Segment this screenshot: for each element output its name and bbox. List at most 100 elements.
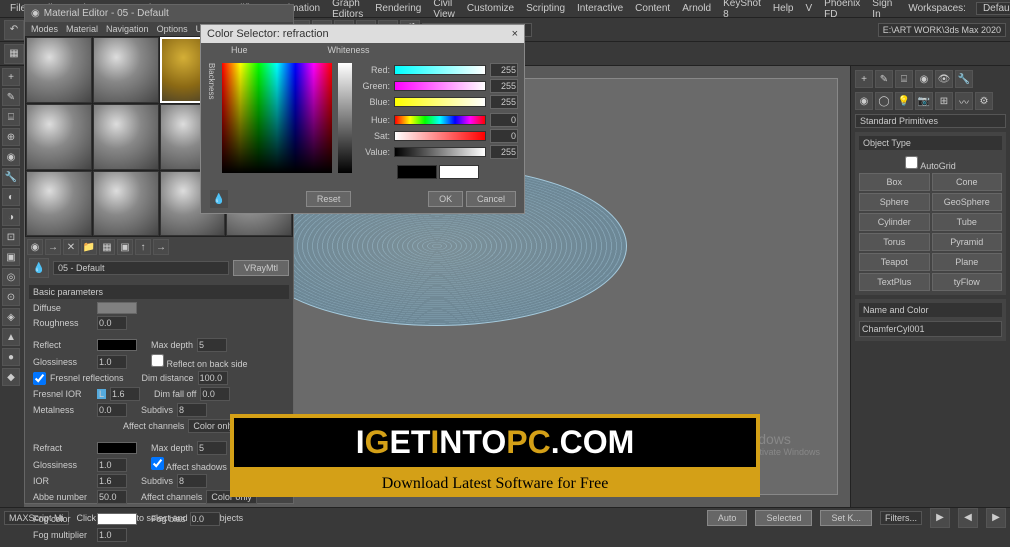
geometry-icon[interactable]: ◉	[855, 92, 873, 110]
ok-button[interactable]: OK	[428, 191, 463, 207]
dim-dist-spinner[interactable]	[198, 371, 228, 385]
green-input[interactable]	[490, 79, 518, 93]
material-name-input[interactable]	[53, 261, 229, 275]
put-library-icon[interactable]: 📁	[81, 239, 97, 255]
cancel-button[interactable]: Cancel	[466, 191, 516, 207]
cylinder-button[interactable]: Cylinder	[859, 213, 930, 231]
create-tab-icon[interactable]: +	[855, 70, 873, 88]
plane-button[interactable]: Plane	[932, 253, 1003, 271]
close-icon[interactable]: ×	[512, 28, 518, 40]
material-editor-titlebar[interactable]: ◉ Material Editor - 05 - Default	[25, 5, 293, 22]
mat-material[interactable]: Material	[66, 24, 98, 34]
play-icon[interactable]: ▶	[930, 508, 950, 528]
new-color-swatch[interactable]	[439, 165, 479, 179]
sat-slider[interactable]	[394, 131, 486, 141]
systems-icon[interactable]: ⚙	[975, 92, 993, 110]
box-button[interactable]: Box	[859, 173, 930, 191]
reset-map-icon[interactable]: ✕	[63, 239, 79, 255]
key-filters-dropdown[interactable]: Filters...	[880, 511, 922, 525]
fresnel-checkbox[interactable]	[33, 372, 46, 385]
go-forward-icon[interactable]: →	[153, 239, 169, 255]
menu-civil-view[interactable]: Civil View	[427, 0, 461, 20]
fog-mult-spinner[interactable]	[97, 528, 127, 542]
affect-shadows-checkbox[interactable]	[151, 457, 164, 470]
reflect-back-checkbox[interactable]	[151, 354, 164, 367]
red-input[interactable]	[490, 63, 518, 77]
menu-keyshot[interactable]: KeyShot 8	[717, 0, 767, 20]
material-type-button[interactable]: VRayMtl	[233, 260, 289, 276]
hue-input[interactable]	[490, 113, 518, 127]
display-icon[interactable]: ◉	[2, 148, 20, 166]
menu-content[interactable]: Content	[629, 3, 676, 14]
tool-icon[interactable]: ▣	[2, 248, 20, 266]
tool-icon[interactable]: ⊡	[2, 228, 20, 246]
lights-icon[interactable]: 💡	[895, 92, 913, 110]
menu-customize[interactable]: Customize	[461, 3, 520, 14]
workspaces-dropdown[interactable]: Default	[976, 2, 1010, 15]
geosphere-button[interactable]: GeoSphere	[932, 193, 1003, 211]
value-input[interactable]	[490, 145, 518, 159]
hue-gradient[interactable]	[222, 63, 332, 173]
tool-icon[interactable]: ⊙	[2, 288, 20, 306]
modify-tab-icon[interactable]: ✎	[875, 70, 893, 88]
subdivs-spinner[interactable]	[177, 403, 207, 417]
reflect-swatch[interactable]	[97, 339, 137, 351]
menu-phoenix[interactable]: Phoenix FD	[818, 0, 866, 20]
refract-gloss-spinner[interactable]	[97, 458, 127, 472]
selected-button[interactable]: Selected	[755, 510, 812, 526]
create-icon[interactable]: +	[2, 68, 20, 86]
show-end-icon[interactable]: ▣	[117, 239, 133, 255]
fog-swatch[interactable]	[97, 513, 137, 525]
fresnel-ior-spinner[interactable]	[110, 387, 140, 401]
refract-max-depth-spinner[interactable]	[197, 441, 227, 455]
glossiness-spinner[interactable]	[97, 355, 127, 369]
blue-input[interactable]	[490, 95, 518, 109]
hierarchy-tab-icon[interactable]: ⌸	[895, 70, 913, 88]
menu-rendering[interactable]: Rendering	[369, 3, 427, 14]
undo-icon[interactable]: ↶	[4, 20, 24, 40]
lock-icon[interactable]: L	[97, 389, 106, 399]
tool-icon[interactable]: ◈	[2, 308, 20, 326]
tool-icon[interactable]: ●	[2, 348, 20, 366]
prev-frame-icon[interactable]: ◀	[958, 508, 978, 528]
tyflow-button[interactable]: tyFlow	[932, 273, 1003, 291]
file-path-input[interactable]: E:\ART WORK\3ds Max 2020	[878, 23, 1006, 37]
eyedropper-icon[interactable]: 💧	[29, 258, 49, 278]
spacewarps-icon[interactable]: 〰	[955, 92, 973, 110]
mat-modes[interactable]: Modes	[31, 24, 58, 34]
material-slot[interactable]	[26, 104, 92, 170]
show-map-icon[interactable]: ▦	[99, 239, 115, 255]
signin-link[interactable]: Sign In	[866, 0, 898, 20]
display-tab-icon[interactable]: 👁	[935, 70, 953, 88]
tool-icon[interactable]: ◐	[2, 188, 20, 206]
red-slider[interactable]	[394, 65, 486, 75]
color-selector-titlebar[interactable]: Color Selector: refraction ×	[201, 25, 524, 43]
fog-bias-spinner[interactable]	[190, 512, 220, 526]
ior-spinner[interactable]	[97, 474, 127, 488]
get-material-icon[interactable]: ◉	[27, 239, 43, 255]
material-slot[interactable]	[93, 104, 159, 170]
hierarchy-icon[interactable]: ⌸	[2, 108, 20, 126]
tool-icon[interactable]: ▲	[2, 328, 20, 346]
helpers-icon[interactable]: ⊞	[935, 92, 953, 110]
object-name-input[interactable]	[859, 321, 1002, 337]
sat-input[interactable]	[490, 129, 518, 143]
max-depth-spinner[interactable]	[197, 338, 227, 352]
material-slot[interactable]	[26, 171, 92, 237]
utilities-icon[interactable]: 🔧	[2, 168, 20, 186]
menu-v[interactable]: V	[799, 3, 818, 14]
auto-key-button[interactable]: Auto	[707, 510, 748, 526]
teapot-button[interactable]: Teapot	[859, 253, 930, 271]
shapes-icon[interactable]: ◯	[875, 92, 893, 110]
pyramid-button[interactable]: Pyramid	[932, 233, 1003, 251]
motion-tab-icon[interactable]: ◉	[915, 70, 933, 88]
reset-button[interactable]: Reset	[306, 191, 352, 207]
tool-icon[interactable]: ▦	[4, 44, 24, 64]
textplus-button[interactable]: TextPlus	[859, 273, 930, 291]
cone-button[interactable]: Cone	[932, 173, 1003, 191]
menu-scripting[interactable]: Scripting	[520, 3, 571, 14]
material-slot[interactable]	[93, 37, 159, 103]
cameras-icon[interactable]: 📷	[915, 92, 933, 110]
refract-swatch[interactable]	[97, 442, 137, 454]
dim-falloff-spinner[interactable]	[200, 387, 230, 401]
